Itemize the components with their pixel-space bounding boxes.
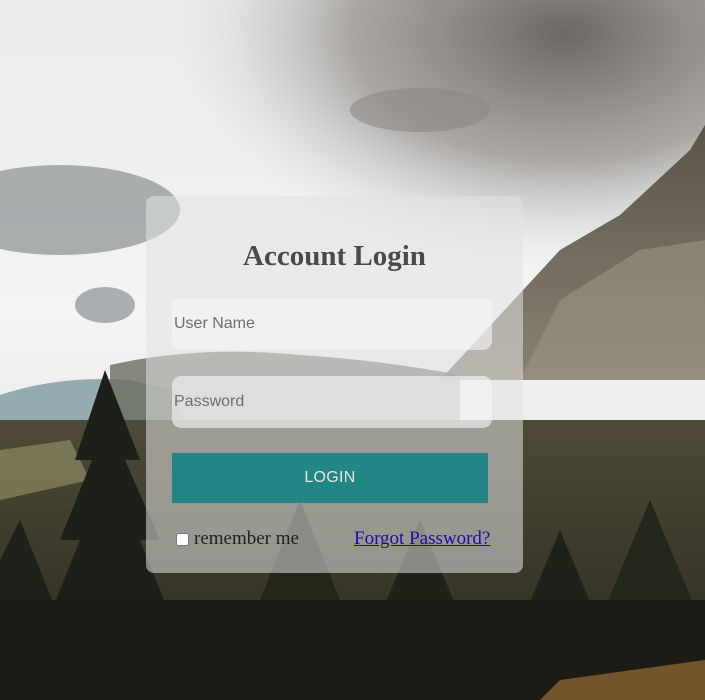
password-input[interactable] <box>172 376 492 428</box>
remember-me-checkbox[interactable] <box>176 532 189 546</box>
login-card: Account Login LOGIN remember me Forgot P… <box>146 196 523 573</box>
remember-me-label: remember me <box>194 528 299 549</box>
username-input[interactable] <box>172 298 492 350</box>
login-button[interactable]: LOGIN <box>172 453 488 503</box>
page-title: Account Login <box>243 240 426 272</box>
forgot-password-link[interactable]: Forgot Password? <box>354 528 490 550</box>
remember-me-option[interactable]: remember me <box>176 528 299 550</box>
